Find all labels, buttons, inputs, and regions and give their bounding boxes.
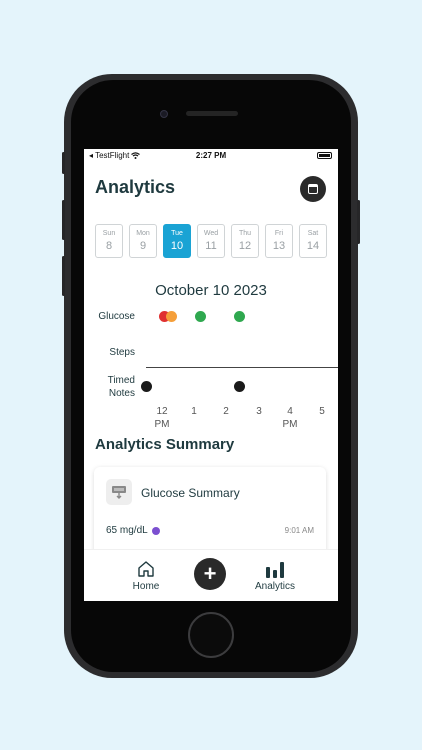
glucose-marker-orange[interactable] (166, 311, 177, 322)
glucose-value: 65 mg/dL (106, 525, 148, 536)
day-name: Fri (274, 230, 284, 237)
time-tick: 1 (191, 406, 197, 417)
analytics-summary-heading: Analytics Summary (95, 436, 235, 453)
day-date: 11 (205, 240, 217, 252)
status-bar: ◂ TestFlight 2:27 PM (84, 149, 338, 163)
calendar-icon (308, 184, 318, 194)
day-sun[interactable]: Sun 8 (95, 224, 123, 258)
glucose-summary-card[interactable]: Glucose Summary 65 mg/dL 9:01 AM (94, 467, 326, 557)
day-name: Mon (136, 230, 150, 237)
app-screen: ◂ TestFlight 2:27 PM Analytics Sun 8 Mon… (84, 149, 338, 601)
week-day-picker: Sun 8 Mon 9 Tue 10 Wed 11 Thu 12 Fri 13 … (95, 224, 327, 258)
day-thu[interactable]: Thu 12 (231, 224, 259, 258)
day-date: 14 (306, 240, 320, 252)
power-button (357, 200, 360, 244)
bar-chart-icon (266, 562, 284, 578)
glucose-device-icon (112, 486, 126, 499)
earpiece-speaker (186, 111, 238, 116)
day-name: Wed (203, 230, 219, 237)
day-tue-selected[interactable]: Tue 10 (163, 224, 191, 258)
reading-time: 9:01 AM (284, 526, 314, 535)
day-date: 10 (170, 240, 184, 252)
time-tick: 4 PM (282, 406, 298, 430)
calendar-button[interactable] (300, 176, 326, 202)
front-camera (160, 110, 168, 118)
day-name: Tue (171, 230, 183, 237)
home-icon (138, 561, 154, 577)
volume-down-button (62, 256, 65, 296)
bottom-tab-bar: Home + Analytics (84, 549, 338, 601)
tab-analytics[interactable]: Analytics (250, 560, 300, 592)
status-time: 2:27 PM (195, 151, 227, 160)
day-date: 12 (238, 240, 252, 252)
add-entry-button[interactable]: + (194, 558, 226, 590)
glucose-row-label: Glucose (98, 311, 135, 322)
home-button[interactable] (188, 612, 234, 658)
card-title: Glucose Summary (141, 486, 240, 500)
time-tick: 3 (256, 406, 262, 417)
page-title: Analytics (95, 177, 176, 197)
battery-icon (317, 152, 332, 159)
day-wed[interactable]: Wed 11 (197, 224, 225, 258)
steps-row-label: Steps (109, 347, 135, 358)
glucose-status-dot (151, 526, 160, 535)
day-name: Sun (102, 230, 116, 237)
timed-notes-label-line1: Timed (107, 375, 135, 386)
selected-date-heading: October 10 2023 (155, 282, 267, 299)
time-tick: 2 (223, 406, 229, 417)
timed-notes-row-label: Timed Notes (84, 374, 135, 400)
glucose-marker-green[interactable] (234, 311, 245, 322)
tab-home[interactable]: Home (124, 560, 168, 592)
day-name: Sat (307, 230, 319, 237)
time-tick: 5 (319, 406, 325, 417)
time-tick: 12 PM (154, 406, 170, 430)
timed-notes-label-line2: Notes (108, 388, 135, 399)
timed-note-marker[interactable] (141, 381, 152, 392)
mute-switch (62, 152, 65, 174)
glucose-meter-icon (106, 479, 132, 505)
day-date: 13 (272, 240, 286, 252)
tab-home-label: Home (132, 581, 160, 592)
tab-analytics-label: Analytics (254, 581, 295, 592)
volume-up-button (62, 200, 65, 240)
day-sat[interactable]: Sat 14 (299, 224, 327, 258)
day-date: 8 (105, 240, 113, 252)
glucose-marker-green[interactable] (195, 311, 206, 322)
day-fri[interactable]: Fri 13 (265, 224, 293, 258)
day-mon[interactable]: Mon 9 (129, 224, 157, 258)
day-name: Thu (238, 230, 252, 237)
timed-note-marker[interactable] (234, 381, 245, 392)
steps-timeline-line (146, 367, 338, 368)
glucose-reading: 65 mg/dL (106, 525, 160, 536)
day-date: 9 (139, 240, 147, 252)
